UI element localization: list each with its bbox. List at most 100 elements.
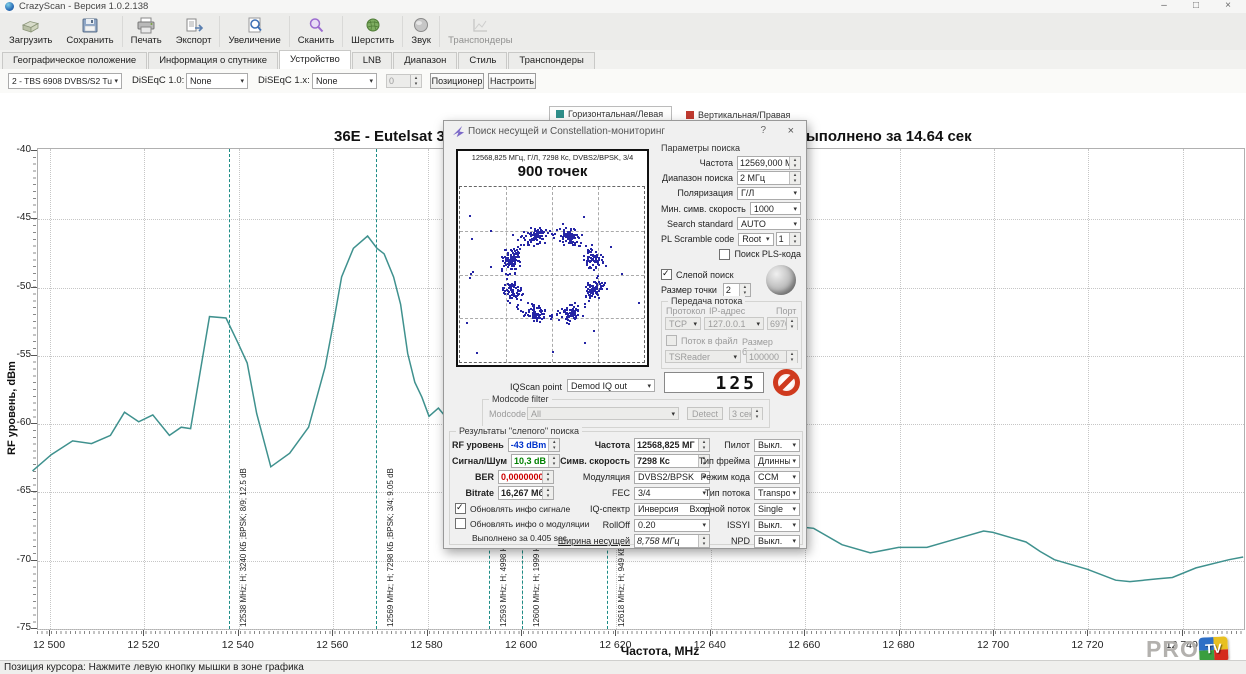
dialog-title-bar[interactable]: Поиск несущей и Constellation-мониторинг… <box>444 121 806 142</box>
wool-scan-button[interactable]: Шерстить <box>344 13 401 50</box>
constellation-dot <box>511 283 513 285</box>
constellation-dot <box>551 314 553 316</box>
print-button[interactable]: Печать <box>124 13 169 50</box>
tab-satellite-info[interactable]: Информация о спутнике <box>148 52 278 69</box>
constellation-dot <box>556 229 558 231</box>
input-stream-label: Входной поток <box>682 504 750 514</box>
results-col3: ПилотВыкл. Тип фреймаДлинный Режим кодаC… <box>682 437 800 549</box>
minimize-button[interactable]: – <box>1152 0 1176 12</box>
constellation-dot <box>536 319 538 321</box>
diseqc1x-label: DiSEqC 1.x: <box>258 75 310 86</box>
pl-value-spinner[interactable]: 1 <box>776 232 801 246</box>
save-button[interactable]: Сохранить <box>59 13 120 50</box>
blind-search-checkbox[interactable] <box>661 269 672 280</box>
constellation-dot <box>539 321 541 323</box>
code-mode-select[interactable]: CCM <box>754 471 800 484</box>
protocol-select: TCP <box>665 317 701 330</box>
diseqc10-select[interactable]: None <box>186 73 248 89</box>
constellation-dot <box>566 307 568 309</box>
constellation-dot <box>592 293 594 295</box>
export-button[interactable]: Экспорт <box>169 13 219 50</box>
rf-level-label: RF уровень <box>452 440 504 450</box>
dialog-help-button[interactable]: ? <box>760 125 766 136</box>
stop-button[interactable] <box>773 369 800 396</box>
toolbar-separator <box>219 16 220 47</box>
blind-search-label: Слепой поиск <box>676 270 734 280</box>
polarization-select[interactable]: Г/Л <box>737 187 801 200</box>
toolbar-separator <box>402 16 403 47</box>
constellation-dot <box>552 351 554 353</box>
issyi-select[interactable]: Выкл. <box>754 519 800 532</box>
constellation-dot <box>507 283 509 285</box>
stream-type-select[interactable]: Transport <box>754 487 800 500</box>
constellation-dot <box>530 227 532 229</box>
tab-transponders[interactable]: Транспондеры <box>508 52 594 69</box>
constellation-dot <box>579 245 581 247</box>
constellation-dot <box>524 314 526 316</box>
bitrate-spinner[interactable]: 16,267 Мби <box>498 486 554 500</box>
constellation-dot <box>605 265 607 267</box>
constellation-dot <box>504 284 506 286</box>
update-modulation-checkbox[interactable] <box>455 518 466 529</box>
sound-button[interactable]: Звук <box>404 13 438 50</box>
frame-type-select[interactable]: Длинный <box>754 455 800 468</box>
constellation-dot <box>536 313 538 315</box>
constellation-dot <box>585 286 587 288</box>
load-button[interactable]: Загрузить <box>2 13 59 50</box>
constellation-dot <box>590 267 592 269</box>
search-standard-select[interactable]: AUTO <box>737 217 801 230</box>
constellation-dot <box>533 238 535 240</box>
constellation-dot <box>507 254 509 256</box>
constellation-dot <box>540 231 542 233</box>
configure-button[interactable]: Настроить <box>488 73 536 89</box>
constellation-dot <box>509 287 511 289</box>
diseqc1x-select[interactable]: None <box>312 73 377 89</box>
close-button[interactable]: × <box>1216 0 1240 12</box>
result-symbolrate-label: Симв. скорость <box>554 456 630 466</box>
constellation-dot <box>544 309 546 311</box>
pl-mode-select[interactable]: Root <box>738 233 773 246</box>
constellation-dot <box>595 260 597 262</box>
dot-size-spinner[interactable]: 2 <box>723 283 751 297</box>
device-bar: 2 - TBS 6908 DVBS/S2 Tuner 0 DiSEqC 1.0:… <box>0 69 1246 94</box>
rf-level-spinner[interactable]: -43 dBm <box>508 438 561 452</box>
min-symbolrate-combo[interactable]: 1000 <box>750 202 801 215</box>
ip-label: IP-адрес <box>709 306 745 316</box>
constellation-dot <box>517 246 519 248</box>
pilot-select[interactable]: Выкл. <box>754 439 800 452</box>
search-range-spinner[interactable]: 2 МГц <box>737 171 801 185</box>
zoom-button[interactable]: Увеличение <box>221 13 287 50</box>
constellation-dot <box>527 302 529 304</box>
tab-geographic[interactable]: Географическое положение <box>2 52 147 69</box>
input-stream-select[interactable]: Single <box>754 503 800 516</box>
dialog-close-button[interactable]: × <box>788 125 794 137</box>
search-standard-label: Search standard <box>661 219 733 229</box>
tab-device[interactable]: Устройство <box>279 50 351 69</box>
tab-range[interactable]: Диапазон <box>393 52 457 69</box>
scan-button[interactable]: Сканить <box>291 13 341 50</box>
iqscan-point-select[interactable]: Demod IQ out <box>567 379 655 392</box>
constellation-dot <box>638 302 640 304</box>
update-signal-checkbox[interactable] <box>455 503 466 514</box>
constellation-dot <box>565 227 567 229</box>
constellation-dot <box>515 268 517 270</box>
constellation-dot <box>577 314 579 316</box>
snr-spinner[interactable]: 10,3 dB <box>511 454 560 468</box>
constellation-dot <box>593 330 595 332</box>
constellation-dot <box>595 251 597 253</box>
frequency-spinner[interactable]: 12569,000 МГц <box>737 156 801 170</box>
pls-search-checkbox[interactable] <box>719 249 730 260</box>
buffer-size-spinner: 100000 <box>746 350 798 363</box>
ber-spinner[interactable]: 0,0000000 <box>498 470 554 484</box>
npd-select[interactable]: Выкл. <box>754 535 800 548</box>
tab-lnb[interactable]: LNB <box>352 52 392 69</box>
carrier-width-link[interactable]: Ширина несущей <box>554 536 630 546</box>
positioner-button[interactable]: Позиционер <box>430 73 484 89</box>
zoom-page-icon <box>245 17 265 34</box>
constellation-dot <box>592 264 594 266</box>
constellation-dot <box>512 258 514 260</box>
maximize-button[interactable]: □ <box>1184 0 1208 12</box>
constellation-dot <box>537 243 539 245</box>
tab-style[interactable]: Стиль <box>458 52 507 69</box>
tuner-select[interactable]: 2 - TBS 6908 DVBS/S2 Tuner 0 <box>8 73 122 89</box>
